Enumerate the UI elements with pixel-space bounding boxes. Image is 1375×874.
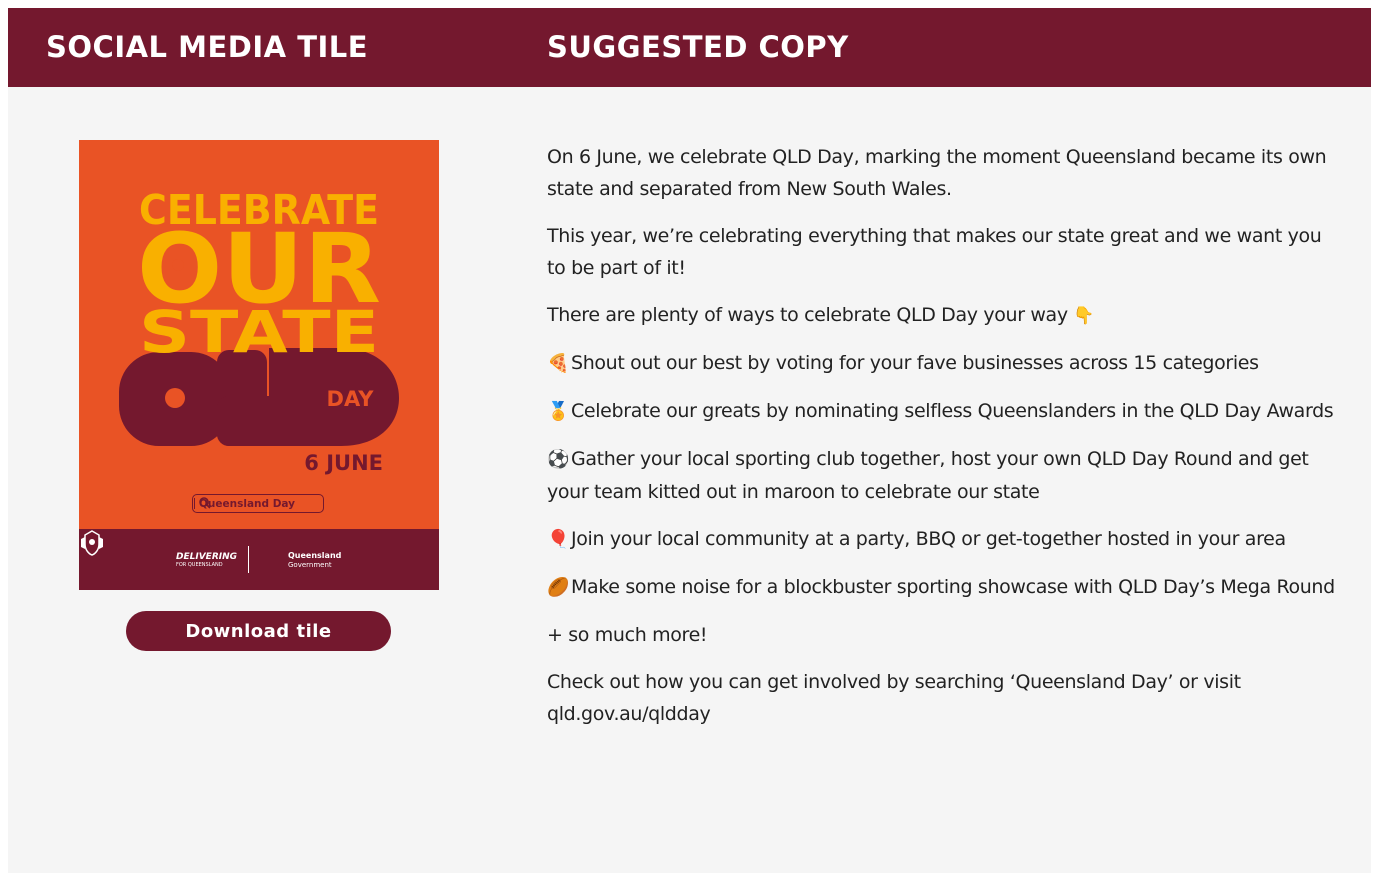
copy-item-sport: ⚽ Gather your local sporting club togethe… — [547, 443, 1337, 508]
copy-cta: Check out how you can get involved by se… — [547, 671, 1241, 725]
delivering-logo: DELIVERING — [176, 552, 238, 562]
copy-item-text: Make some noise for a blockbuster sporti… — [571, 576, 1335, 598]
pointing-down-icon: 👇 — [1073, 306, 1095, 326]
tile-day-label: DAY — [327, 387, 375, 411]
section-header: SOCIAL MEDIA TILE SUGGESTED COPY — [8, 8, 1371, 87]
medal-icon: 🏅 — [547, 401, 570, 422]
download-tile-button[interactable]: Download tile — [126, 611, 391, 651]
logo-divider — [248, 546, 249, 573]
copy-more: + so much more! — [547, 624, 708, 646]
copy-item-voting: 🍕 Shout out our best by voting for your f… — [547, 347, 1337, 380]
government-logo-sub: Government — [288, 561, 332, 569]
tile-date: 6 JUNE — [304, 451, 383, 475]
balloon-icon: 🎈 — [547, 529, 570, 550]
suggested-copy-text: On 6 June, we celebrate QLD Day, marking… — [547, 141, 1337, 745]
tile-word-state: STATE — [139, 298, 379, 366]
copy-paragraph-3: There are plenty of ways to celebrate QL… — [547, 299, 1337, 332]
copy-item-community: 🎈 Join your local community at a party, B… — [547, 523, 1337, 556]
rugby-ball-icon: 🏉 — [547, 577, 570, 598]
tile-artwork: CELEBRATE OUR STATE DAY — [119, 186, 399, 446]
tile-search-text: Queensland Day — [199, 497, 296, 510]
social-media-tile-image: CELEBRATE OUR STATE DAY 6 JUNE Queenslan… — [79, 140, 439, 590]
copy-item-mega-round: 🏉 Make some noise for a blockbuster sport… — [547, 571, 1337, 604]
pizza-icon: 🍕 — [547, 353, 570, 374]
delivering-logo-sub: FOR QUEENSLAND — [176, 562, 223, 568]
queensland-crest-icon — [81, 530, 103, 556]
copy-item-text: Gather your local sporting club together… — [547, 448, 1309, 503]
copy-intro: On 6 June, we celebrate QLD Day, marking… — [547, 146, 1327, 200]
celebrate-our-state-words: CELEBRATE OUR STATE — [137, 186, 381, 366]
government-logo-name: Queensland — [288, 551, 342, 560]
copy-item-text: Join your local community at a party, BB… — [571, 528, 1286, 550]
copy-item-text: Shout out our best by voting for your fa… — [571, 352, 1259, 374]
copy-item-awards: 🏅 Celebrate our greats by nominating self… — [547, 395, 1337, 428]
copy-paragraph-2: This year, we’re celebrating everything … — [547, 225, 1322, 279]
soccer-ball-icon: ⚽ — [547, 449, 570, 470]
social-media-tile-heading: SOCIAL MEDIA TILE — [46, 30, 369, 64]
tile-search-pill: Queensland Day — [192, 494, 324, 513]
copy-item-text: Celebrate our greats by nominating selfl… — [571, 400, 1334, 422]
tile-footer: DELIVERING FOR QUEENSLAND Queensland Gov… — [79, 529, 439, 590]
suggested-copy-heading: SUGGESTED COPY — [547, 30, 849, 64]
search-icon — [199, 497, 211, 509]
copy-paragraph-3-text: There are plenty of ways to celebrate QL… — [547, 304, 1068, 326]
